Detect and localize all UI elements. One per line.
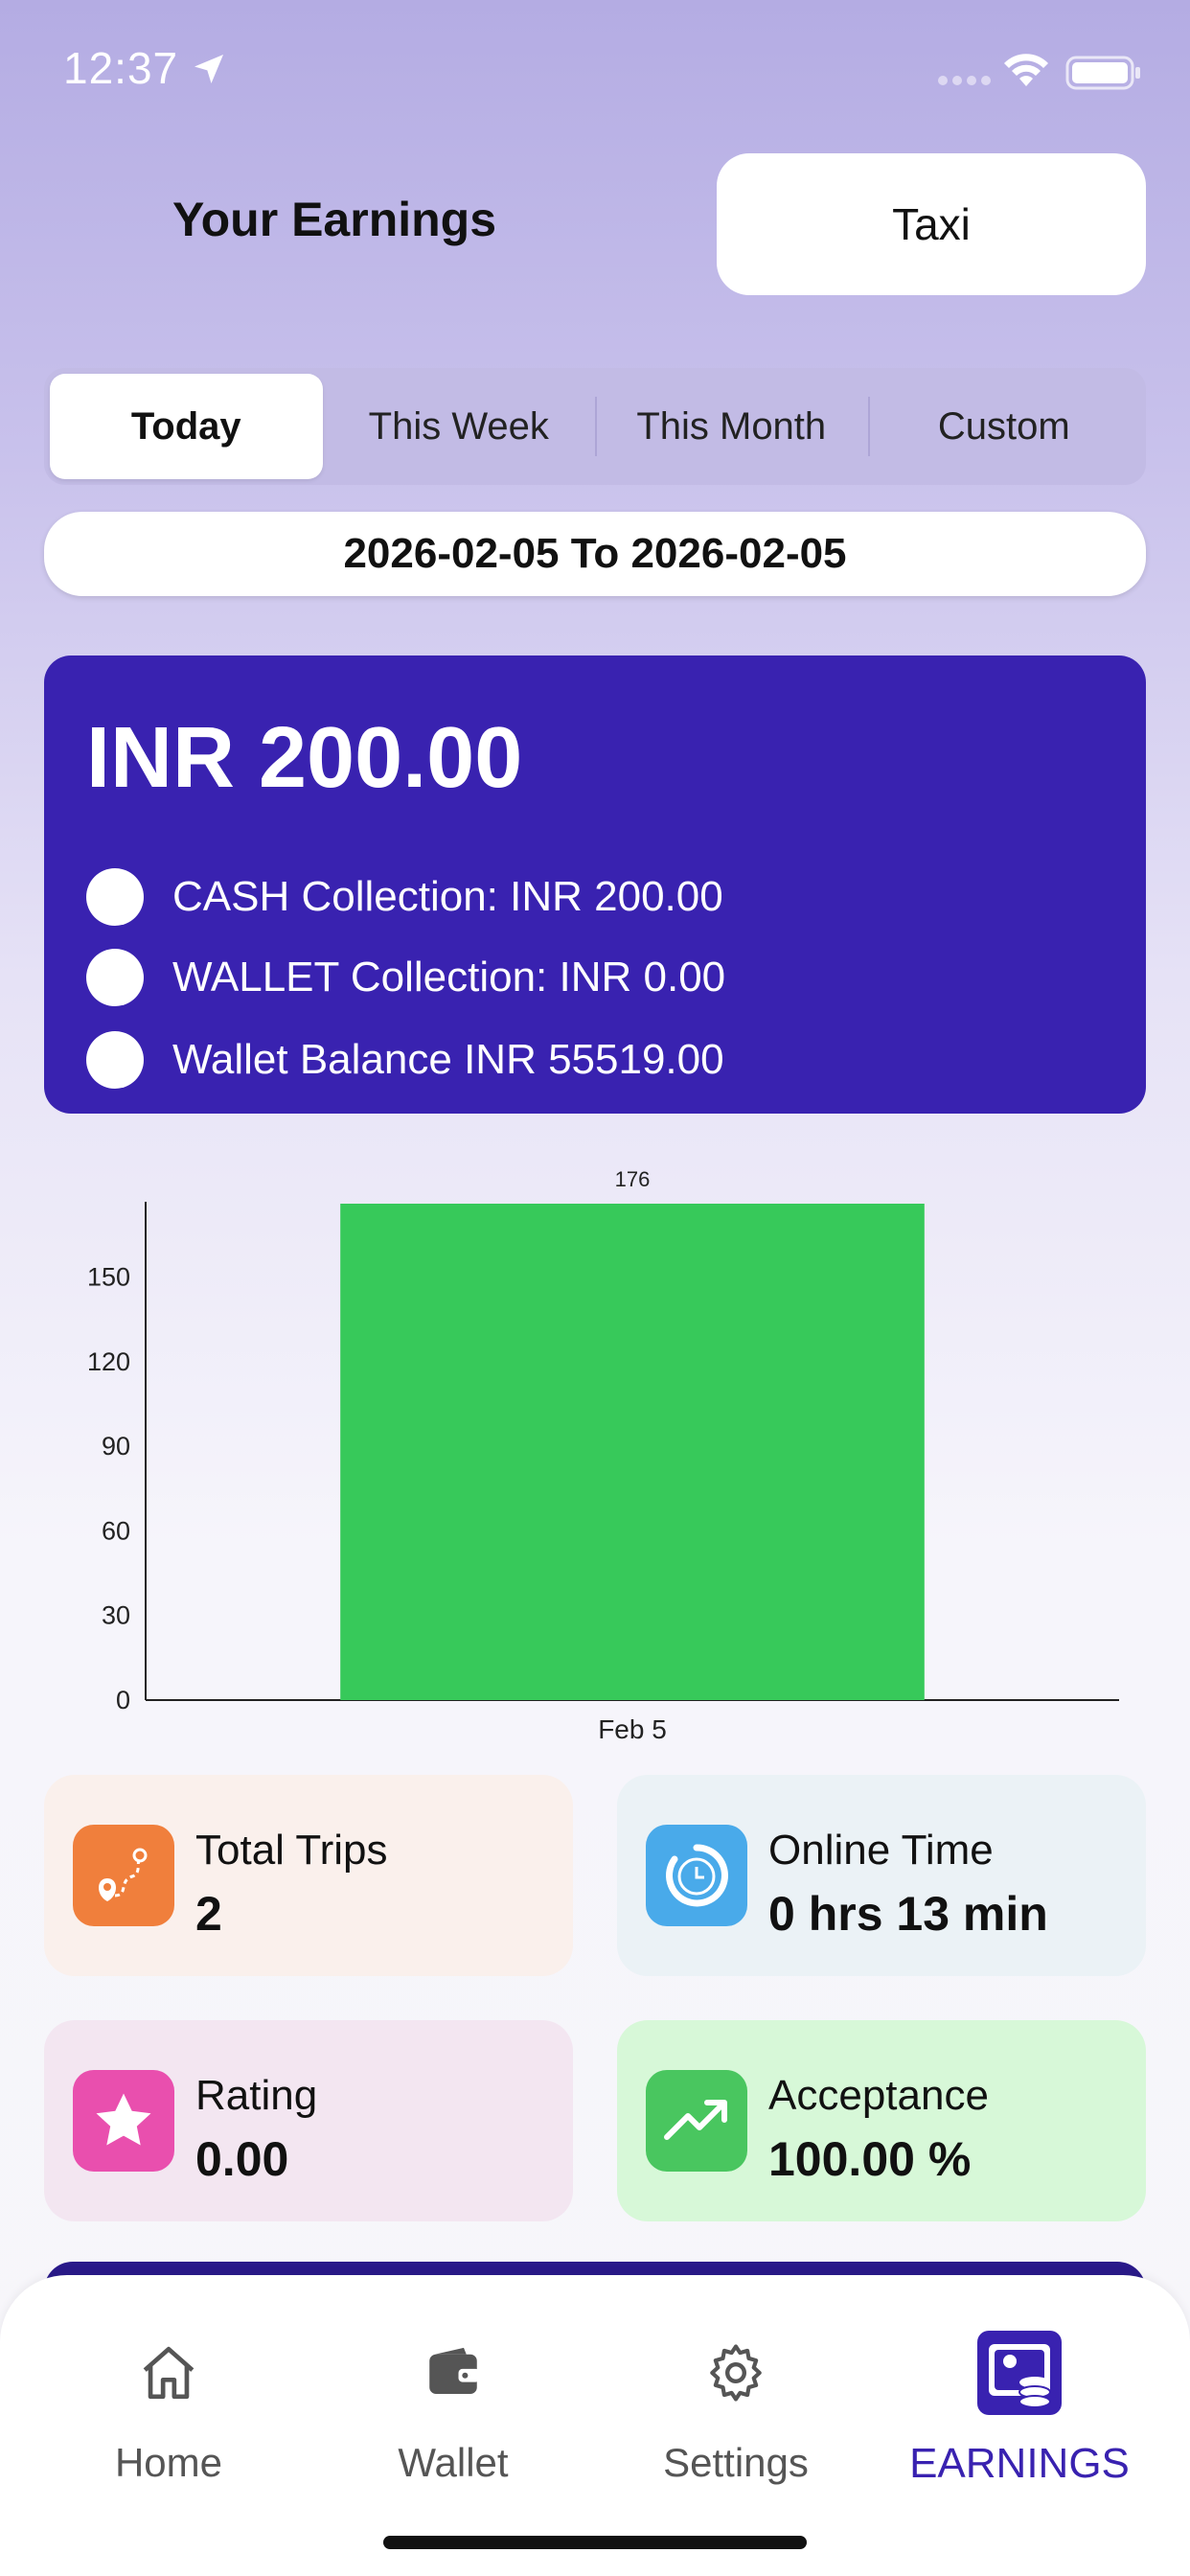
stat-card-rating[interactable]: Rating 0.00	[44, 2020, 573, 2221]
tabbar-label-wallet: Wallet	[398, 2440, 509, 2485]
bullet-dot-icon	[86, 1031, 144, 1089]
tab-this-month[interactable]: This Month	[595, 374, 868, 479]
wallet-balance-label: Wallet Balance INR 55519.00	[172, 1036, 724, 1083]
y-tick-label: 120	[87, 1347, 130, 1376]
y-tick-label: 0	[116, 1686, 130, 1714]
route-icon	[73, 1825, 174, 1926]
y-tick-label: 90	[102, 1432, 130, 1460]
tabbar-item-wallet[interactable]: Wallet	[329, 2325, 578, 2486]
trending-up-icon	[646, 2070, 747, 2172]
wallet-collection-label: WALLET Collection: INR 0.00	[172, 954, 726, 1000]
location-arrow-icon	[195, 55, 223, 83]
star-icon	[73, 2070, 174, 2172]
cash-collection-label: CASH Collection: INR 200.00	[172, 873, 723, 920]
total-trips-label: Total Trips	[195, 1827, 388, 1874]
total-earnings: INR 200.00	[86, 710, 523, 806]
y-tick-label: 60	[102, 1516, 130, 1545]
period-segmented-control: Today This Week This Month Custom	[44, 368, 1146, 485]
wallet-collection-row: WALLET Collection: INR 0.00	[86, 949, 725, 1006]
stat-card-online-time[interactable]: Online Time 0 hrs 13 min	[617, 1775, 1146, 1976]
page-title: Your Earnings	[172, 193, 497, 246]
tab-custom[interactable]: Custom	[867, 374, 1141, 479]
cash-collection-row: CASH Collection: INR 200.00	[86, 868, 723, 926]
home-icon	[143, 2346, 195, 2400]
online-time-label: Online Time	[768, 1827, 994, 1874]
bar-data-label: 176	[615, 1167, 651, 1191]
wallet-icon	[429, 2347, 480, 2394]
stat-card-total-trips[interactable]: Total Trips 2	[44, 1775, 573, 1976]
earnings-bar-chart: 0 30 60 90 120 150 176 Feb 5	[38, 1150, 1159, 1763]
tabbar-label-settings: Settings	[663, 2440, 809, 2485]
status-bar: 12:37	[0, 0, 1190, 144]
acceptance-value: 100.00 %	[768, 2132, 972, 2186]
earnings-icon	[977, 2331, 1062, 2415]
clock-icon	[646, 1825, 747, 1926]
wallet-balance-row: Wallet Balance INR 55519.00	[86, 1031, 724, 1089]
wifi-icon	[1004, 54, 1048, 86]
bullet-dot-icon	[86, 949, 144, 1006]
tabbar-item-settings[interactable]: Settings	[611, 2325, 860, 2486]
tabbar-label-earnings: EARNINGS	[909, 2440, 1130, 2487]
rating-value: 0.00	[195, 2132, 289, 2186]
total-trips-value: 2	[195, 1887, 222, 1941]
tab-today[interactable]: Today	[50, 374, 323, 479]
y-tick-label: 30	[102, 1601, 130, 1630]
bar	[340, 1204, 925, 1700]
x-tick-label: Feb 5	[598, 1714, 667, 1744]
battery-icon	[1065, 56, 1140, 90]
acceptance-label: Acceptance	[768, 2072, 989, 2119]
tabbar-item-earnings[interactable]: EARNINGS	[895, 2325, 1144, 2488]
service-type-button[interactable]: Taxi	[717, 153, 1146, 295]
cellular-signal-icon	[938, 76, 991, 85]
rating-label: Rating	[195, 2072, 318, 2119]
bottom-tab-bar: Home Wallet Settings EARNINGS	[0, 2275, 1190, 2576]
bullet-dot-icon	[86, 868, 144, 926]
tabbar-item-home[interactable]: Home	[44, 2325, 293, 2486]
y-tick-label: 150	[87, 1263, 130, 1292]
tab-this-week[interactable]: This Week	[323, 374, 596, 479]
stat-card-acceptance[interactable]: Acceptance 100.00 %	[617, 2020, 1146, 2221]
status-time: 12:37	[63, 43, 179, 93]
earnings-summary-card: INR 200.00 CASH Collection: INR 200.00 W…	[44, 656, 1146, 1114]
home-indicator	[383, 2536, 807, 2549]
online-time-value: 0 hrs 13 min	[768, 1887, 1048, 1941]
chart-svg: 0 30 60 90 120 150 176 Feb 5	[87, 1167, 1119, 1744]
gear-icon	[710, 2344, 762, 2402]
tabbar-label-home: Home	[114, 2440, 223, 2485]
date-range-button[interactable]: 2026-02-05 To 2026-02-05	[44, 512, 1146, 596]
